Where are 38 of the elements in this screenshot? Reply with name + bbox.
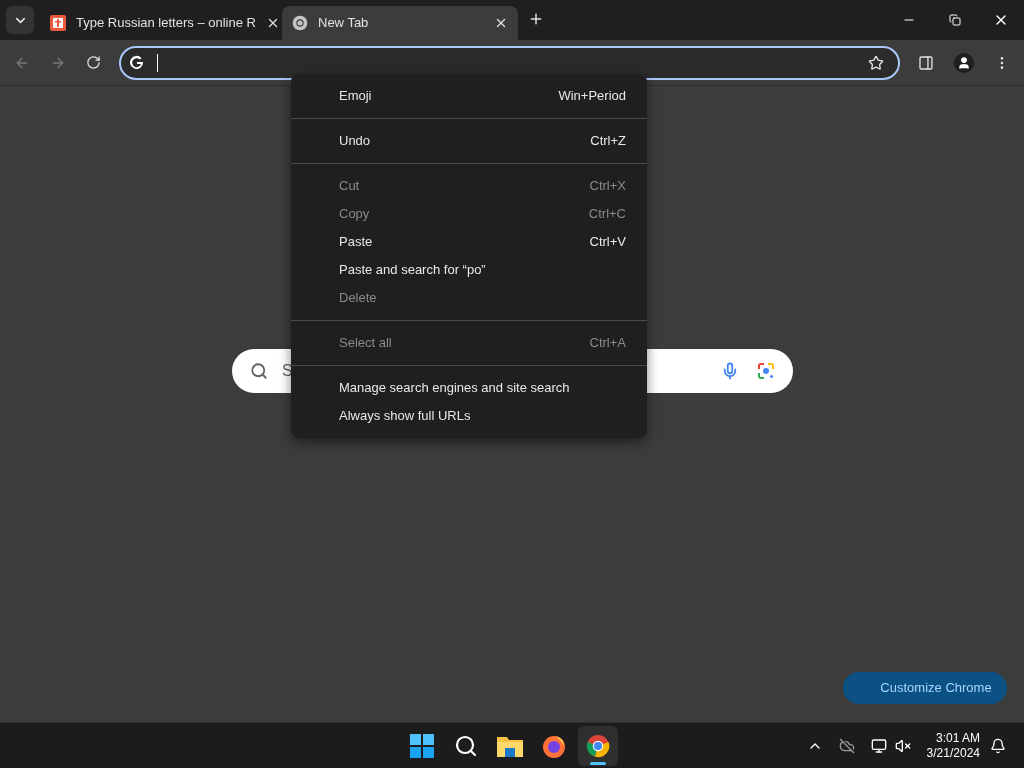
- side-panel-icon[interactable]: [918, 54, 935, 71]
- volume-muted-icon[interactable]: [894, 737, 911, 754]
- search-icon: [454, 734, 478, 758]
- site-icon: [50, 15, 66, 31]
- search-icon: [250, 362, 268, 380]
- google-icon: [128, 54, 145, 71]
- folder-icon: [497, 735, 523, 757]
- chrome-icon: [586, 734, 610, 758]
- tab-title: New Tab: [318, 14, 370, 33]
- windows-icon: [410, 734, 434, 758]
- star-icon[interactable]: [868, 54, 885, 71]
- profile-icon[interactable]: [954, 52, 975, 73]
- camera-icon[interactable]: [757, 362, 775, 380]
- clock-time[interactable]: 3:01 AM: [935, 730, 980, 746]
- taskbar-app[interactable]: [578, 726, 618, 766]
- menu-item[interactable]: Emoji Win+Period: [291, 82, 647, 110]
- tab-title: Type Russian letters – online R: [76, 14, 256, 33]
- menu-item[interactable]: Always show full URLs: [291, 402, 647, 430]
- address-bar[interactable]: [118, 45, 901, 80]
- microphone-icon[interactable]: [721, 362, 739, 380]
- tab-list-button[interactable]: [6, 6, 34, 34]
- chrome-icon: [292, 15, 308, 31]
- cloud-off-icon[interactable]: [838, 737, 855, 754]
- notification-icon[interactable]: [990, 737, 1006, 754]
- firefox-icon: [542, 734, 566, 758]
- menu-item[interactable]: Undo Ctrl+Z: [291, 127, 647, 155]
- clock-date[interactable]: 3/21/2024: [926, 745, 980, 761]
- browser-tab[interactable]: Type Russian letters – online R: [40, 6, 276, 40]
- menu-item[interactable]: Manage search engines and site search: [291, 374, 647, 402]
- browser-tab[interactable]: New Tab: [282, 6, 518, 40]
- menu-item[interactable]: Paste Ctrl+V: [291, 228, 647, 256]
- close-icon[interactable]: [494, 16, 508, 30]
- restore-icon[interactable]: [949, 14, 961, 26]
- reload-icon[interactable]: [85, 55, 101, 70]
- customize-chrome-button[interactable]: Customize Chrome: [843, 672, 1007, 704]
- menu-item[interactable]: Paste and search for “po”: [291, 256, 647, 284]
- new-tab-icon[interactable]: [528, 11, 544, 27]
- network-icon[interactable]: [870, 737, 887, 754]
